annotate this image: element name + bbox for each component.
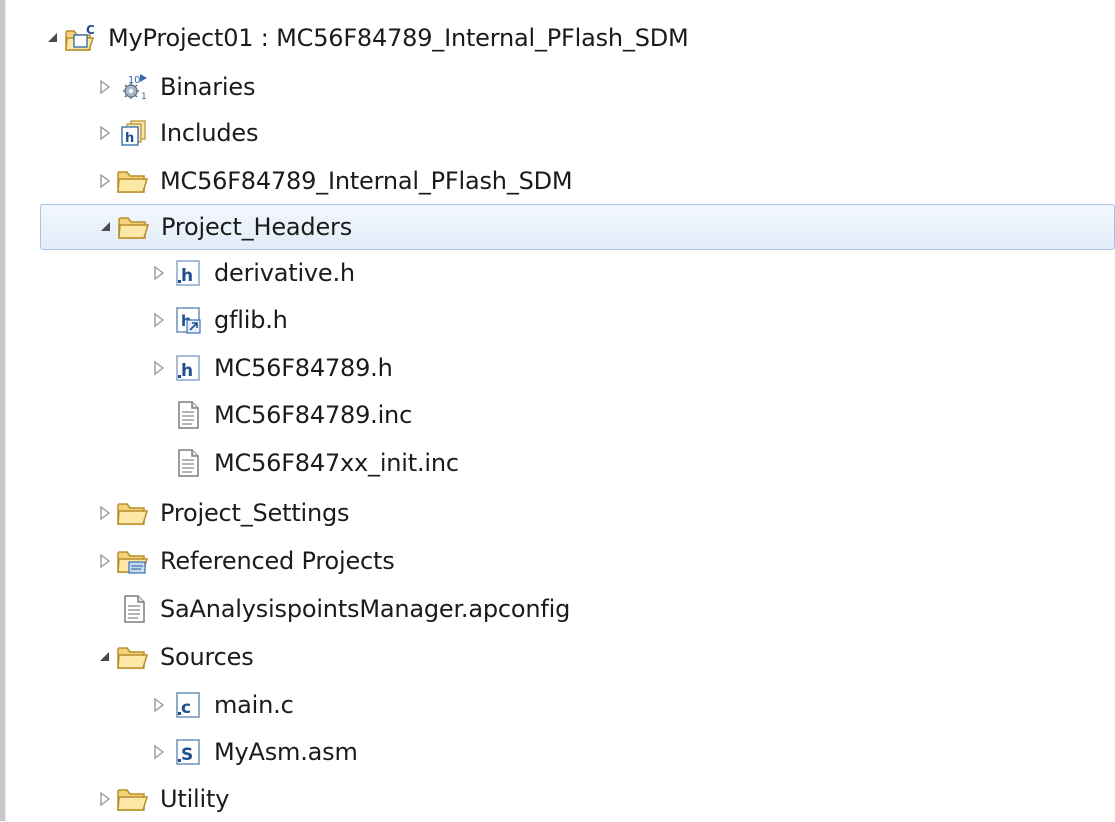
collapsed-arrow-icon[interactable] <box>92 75 116 99</box>
text-file-icon <box>116 594 150 624</box>
expanded-arrow-icon[interactable] <box>92 645 116 669</box>
tree-item-mc56f84789-h[interactable]: MC56F84789.h <box>146 345 393 391</box>
c-source-file-icon: c <box>170 690 204 720</box>
sources-label: Sources <box>160 643 254 671</box>
collapsed-arrow-icon[interactable] <box>92 169 116 193</box>
tree-item-apconfig[interactable]: SaAnalysispointsManager.apconfig <box>116 586 570 632</box>
config-folder-label: MC56F84789_Internal_PFlash_SDM <box>160 167 573 195</box>
tree-item-includes[interactable]: h Includes <box>92 110 258 156</box>
collapsed-arrow-icon[interactable] <box>92 787 116 811</box>
binaries-label: Binaries <box>160 73 256 101</box>
utility-label: Utility <box>160 785 230 813</box>
svg-text:c: c <box>181 698 191 718</box>
tree-item-mc56f847xx-init-inc[interactable]: MC56F847xx_init.inc <box>170 440 459 486</box>
c-project-icon: C <box>64 23 98 53</box>
tree-item-project[interactable]: C MyProject01 : MC56F84789_Internal_PFla… <box>40 15 689 61</box>
tree-item-main-c[interactable]: c main.c <box>146 682 294 728</box>
collapsed-arrow-icon[interactable] <box>146 693 170 717</box>
folder-icon <box>116 166 150 196</box>
tree-item-myasm-asm[interactable]: S MyAsm.asm <box>146 729 358 775</box>
tree-item-mc56f84789-inc[interactable]: MC56F84789.inc <box>170 392 412 438</box>
collapsed-arrow-icon[interactable] <box>146 308 170 332</box>
svg-text:h: h <box>125 131 134 146</box>
collapsed-arrow-icon[interactable] <box>146 740 170 764</box>
tree-item-gflib-h[interactable]: h gflib.h <box>146 297 288 343</box>
collapsed-arrow-icon[interactable] <box>146 356 170 380</box>
folder-icon <box>116 498 150 528</box>
folder-icon <box>117 212 151 242</box>
svg-text:1: 1 <box>141 92 147 102</box>
asm-source-file-icon: S <box>170 737 204 767</box>
gflib-h-label: gflib.h <box>214 306 288 334</box>
mc56f847xx-init-inc-label: MC56F847xx_init.inc <box>214 449 459 477</box>
tree-item-referenced-projects[interactable]: Referenced Projects <box>92 538 395 584</box>
mc56f84789-inc-label: MC56F84789.inc <box>214 401 413 429</box>
expanded-arrow-icon[interactable] <box>93 215 117 239</box>
svg-text:10: 10 <box>128 75 140 86</box>
includes-label: Includes <box>160 119 259 147</box>
tree-item-project-headers[interactable]: Project_Headers <box>40 204 1115 250</box>
header-file-icon <box>170 258 204 288</box>
tree-item-project-settings[interactable]: Project_Settings <box>92 490 350 536</box>
tree-item-config-folder[interactable]: MC56F84789_Internal_PFlash_SDM <box>92 158 573 204</box>
text-file-icon <box>170 400 204 430</box>
svg-text:S: S <box>181 745 193 765</box>
tree-item-utility[interactable]: Utility <box>92 776 229 822</box>
includes-icon: h <box>116 118 150 148</box>
project-headers-label: Project_Headers <box>161 213 353 241</box>
folder-icon <box>116 784 150 814</box>
tree-item-binaries[interactable]: 10 1 Binaries <box>92 64 255 110</box>
collapsed-arrow-icon[interactable] <box>146 261 170 285</box>
text-file-icon <box>170 448 204 478</box>
project-separator: : <box>253 24 277 52</box>
myasm-asm-label: MyAsm.asm <box>214 738 358 766</box>
apconfig-label: SaAnalysispointsManager.apconfig <box>160 595 571 623</box>
project-build-config: MC56F84789_Internal_PFlash_SDM <box>276 24 689 52</box>
referenced-projects-label: Referenced Projects <box>160 547 395 575</box>
derivative-h-label: derivative.h <box>214 259 355 287</box>
collapsed-arrow-icon[interactable] <box>92 501 116 525</box>
project-explorer-tree: C MyProject01 : MC56F84789_Internal_PFla… <box>0 0 1115 821</box>
svg-text:C: C <box>86 23 95 37</box>
project-name: MyProject01 <box>108 24 254 52</box>
view-left-border <box>0 0 6 821</box>
tree-item-derivative-h[interactable]: derivative.h <box>146 250 355 296</box>
binaries-icon: 10 1 <box>116 72 150 102</box>
collapsed-arrow-icon[interactable] <box>92 549 116 573</box>
header-file-icon <box>170 353 204 383</box>
referenced-projects-folder-icon <box>116 546 150 576</box>
folder-icon <box>116 642 150 672</box>
project-settings-label: Project_Settings <box>160 499 350 527</box>
tree-item-sources[interactable]: Sources <box>92 634 254 680</box>
header-file-link-icon: h <box>170 305 204 335</box>
expanded-arrow-icon[interactable] <box>40 26 64 50</box>
collapsed-arrow-icon[interactable] <box>92 121 116 145</box>
mc56f84789-h-label: MC56F84789.h <box>214 354 393 382</box>
main-c-label: main.c <box>214 691 294 719</box>
